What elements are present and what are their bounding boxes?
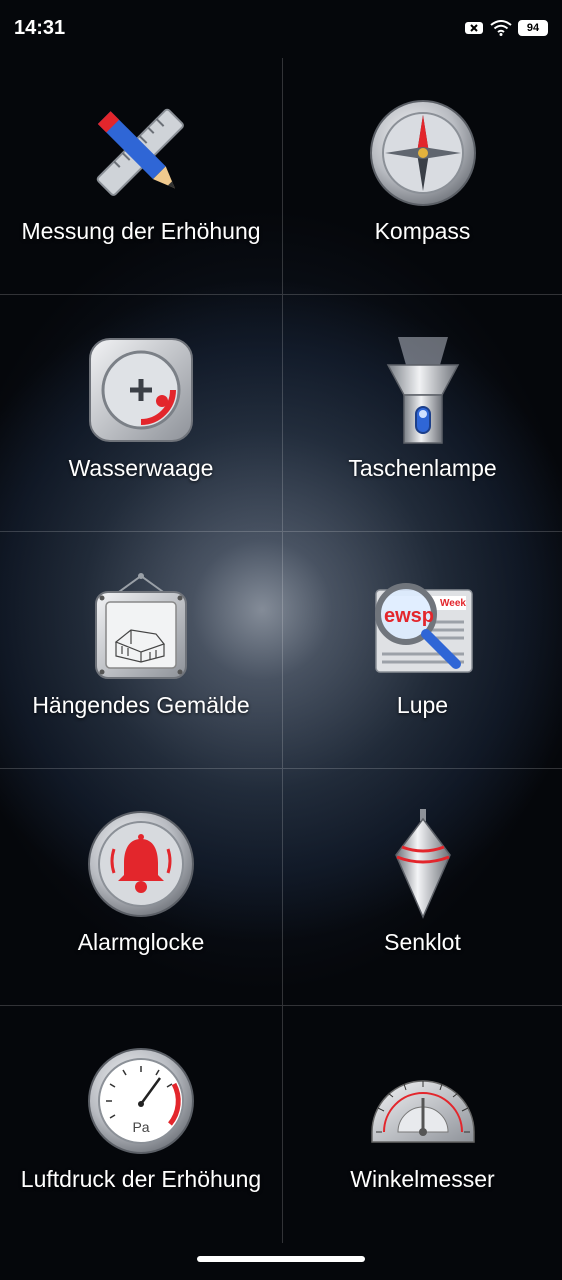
tile-label: Taschenlampe <box>348 455 497 481</box>
newspaper-text: ewsp <box>384 605 434 627</box>
tile-protractor[interactable]: Winkelmesser <box>283 1006 562 1243</box>
tile-label: Lupe <box>396 692 449 718</box>
status-icons: 94 <box>464 20 548 36</box>
tile-spirit-level[interactable]: Wasserwaage <box>0 295 283 532</box>
sim-off-icon <box>465 22 483 34</box>
tile-plumb-bob[interactable]: Senklot <box>283 769 562 1006</box>
tile-label: Winkelmesser <box>350 1166 495 1192</box>
status-bar: 14:31 94 <box>0 0 562 56</box>
tile-hanging-picture[interactable]: Hängendes Gemälde <box>0 532 283 769</box>
tile-label: Wasserwaage <box>68 455 214 481</box>
tile-magnifier[interactable]: Week ewsp Lupe <box>283 532 562 769</box>
tile-label: Alarmglocke <box>77 929 205 955</box>
battery-indicator: 94 <box>518 20 548 36</box>
tile-alarm-bell[interactable]: Alarmglocke <box>0 769 283 1006</box>
barometer-icon: Pa <box>86 1046 196 1156</box>
ruler-pencil-icon <box>86 98 196 208</box>
newspaper-tag: Week <box>440 598 466 609</box>
tile-barometer[interactable]: Pa Luftdruck der Erhöhung <box>0 1006 283 1243</box>
tile-measure-height[interactable]: Messung der Erhöhung <box>0 58 283 295</box>
tile-label: Hängendes Gemälde <box>32 692 250 718</box>
magnifier-icon: Week ewsp <box>368 572 478 682</box>
compass-icon <box>368 98 478 208</box>
hanging-picture-icon <box>86 572 196 682</box>
home-indicator[interactable] <box>197 1256 365 1262</box>
tile-label: Senklot <box>384 929 461 955</box>
tile-flashlight[interactable]: Taschenlampe <box>283 295 562 532</box>
tile-label: Messung der Erhöhung <box>21 218 261 244</box>
gauge-unit: Pa <box>132 1119 149 1135</box>
wifi-icon <box>490 20 512 36</box>
protractor-icon <box>368 1046 478 1156</box>
flashlight-icon <box>368 335 478 445</box>
status-time: 14:31 <box>14 16 66 39</box>
plumb-bob-icon <box>368 809 478 919</box>
tile-label: Luftdruck der Erhöhung <box>20 1166 262 1192</box>
spirit-level-icon <box>86 335 196 445</box>
tool-grid: Messung der Erhöhung Kompass Wasserwaage… <box>0 58 562 1243</box>
tile-label: Kompass <box>374 218 471 244</box>
tile-compass[interactable]: Kompass <box>283 58 562 295</box>
alarm-bell-icon <box>86 809 196 919</box>
